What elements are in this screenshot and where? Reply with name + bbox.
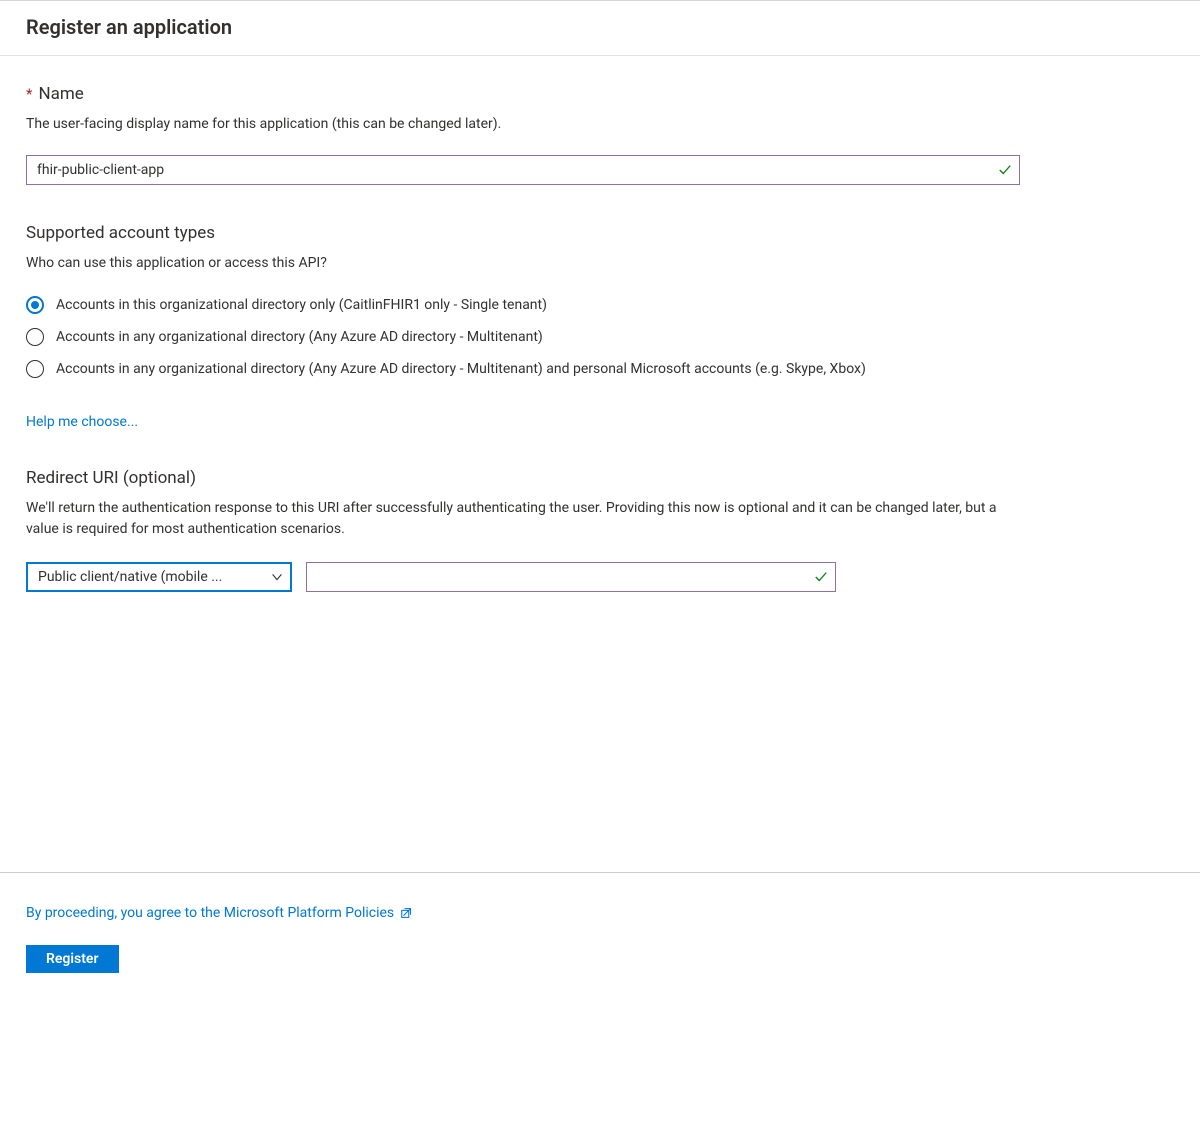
- external-link-icon: [400, 906, 414, 920]
- platform-policies-link[interactable]: By proceeding, you agree to the Microsof…: [26, 905, 414, 921]
- name-description: The user-facing display name for this ap…: [26, 114, 1174, 135]
- account-types-section: Supported account types Who can use this…: [26, 223, 1174, 430]
- page-title: Register an application: [0, 1, 1200, 55]
- account-types-description: Who can use this application or access t…: [26, 253, 1174, 274]
- name-input[interactable]: [26, 155, 1020, 185]
- radio-label: Accounts in any organizational directory…: [56, 361, 866, 377]
- account-type-option-single-tenant[interactable]: Accounts in this organizational director…: [26, 296, 1174, 314]
- radio-label: Accounts in this organizational director…: [56, 297, 547, 313]
- redirect-uri-heading: Redirect URI (optional): [26, 468, 196, 488]
- help-me-choose-link[interactable]: Help me choose...: [26, 414, 138, 430]
- account-type-option-multitenant[interactable]: Accounts in any organizational directory…: [26, 328, 1174, 346]
- redirect-uri-description: We'll return the authentication response…: [26, 498, 1020, 540]
- account-type-option-multitenant-personal[interactable]: Accounts in any organizational directory…: [26, 360, 1174, 378]
- redirect-uri-section: Redirect URI (optional) We'll return the…: [26, 468, 1174, 592]
- required-indicator: *: [26, 85, 32, 103]
- platform-select[interactable]: Public client/native (mobile ...: [26, 562, 292, 592]
- redirect-uri-input[interactable]: [306, 562, 836, 592]
- radio-label: Accounts in any organizational directory…: [56, 329, 543, 345]
- name-section: * Name The user-facing display name for …: [26, 84, 1174, 185]
- account-types-radio-group: Accounts in this organizational director…: [26, 296, 1174, 378]
- radio-icon: [26, 296, 44, 314]
- register-button[interactable]: Register: [26, 945, 119, 973]
- radio-icon: [26, 328, 44, 346]
- policies-link-text: By proceeding, you agree to the Microsof…: [26, 905, 394, 921]
- name-label: Name: [38, 84, 83, 104]
- account-types-heading: Supported account types: [26, 223, 215, 243]
- radio-icon: [26, 360, 44, 378]
- platform-select-value: Public client/native (mobile ...: [38, 569, 222, 585]
